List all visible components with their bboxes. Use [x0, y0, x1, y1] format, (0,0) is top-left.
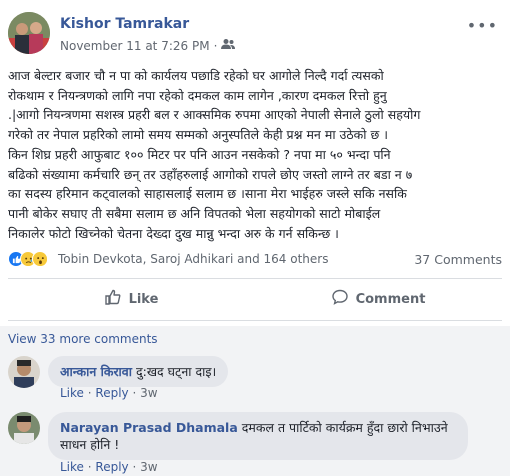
comment-button[interactable]: Comment [255, 289, 502, 309]
like-label: Like [128, 291, 159, 307]
commenter-avatar[interactable] [8, 412, 40, 444]
comment-text: दु:खद घट्ना दाइ। [135, 364, 217, 379]
dot-separator: · [132, 460, 141, 474]
post-timestamp[interactable]: November 11 at 7:26 PM [60, 39, 210, 53]
post-body-line: .|आगो नियन्त्रणमा सशस्त्र प्रहरी बल र आक… [8, 107, 421, 123]
wow-reaction-icon [32, 251, 48, 267]
commenter-name[interactable]: Narayan Prasad Dhamala [60, 420, 238, 435]
author-name[interactable]: Kishor Tamrakar [60, 16, 189, 32]
comment-item: आन्कान किरावा दु:खद घट्ना दाइ। Like · Rep… [8, 356, 502, 402]
divider [8, 320, 502, 321]
author-avatar[interactable] [8, 12, 50, 54]
comment-actions: Like · Reply · 3w [60, 386, 158, 400]
friends-icon[interactable] [221, 38, 236, 53]
dot-separator: · [132, 386, 141, 400]
comment-like-button[interactable]: Like [60, 460, 84, 474]
comment-actions: Like · Reply · 3w [60, 460, 158, 474]
reactors-text[interactable]: Tobin Devkota, Saroj Adhikari and 164 ot… [58, 252, 328, 266]
speech-bubble-icon [331, 289, 348, 309]
post-body: आज बेल्टार बजार चौ न पा को कार्यलय पछाडि… [8, 66, 502, 243]
like-button[interactable]: Like [8, 289, 255, 309]
reactions-row: Tobin Devkota, Saroj Adhikari and 164 ot… [8, 249, 502, 269]
dot-separator: · [213, 38, 218, 53]
comment-bubble: Narayan Prasad Dhamala दमकल त पार्टिको का… [48, 412, 468, 460]
post-meta: November 11 at 7:26 PM · [60, 38, 236, 53]
comment-item: Narayan Prasad Dhamala दमकल त पार्टिको का… [8, 412, 502, 474]
post-body-line: बढिको संख्यामा कर्मचारि छन् तर उहाँहरुला… [8, 166, 413, 182]
comment-text: साधन होनि ! [60, 437, 120, 452]
post-body-line: गरेको तर नेपाल प्रहरिको लामो समय सम्मको … [8, 127, 388, 143]
post-header: Kishor Tamrakar November 11 at 7:26 PM ·… [8, 8, 502, 56]
post-card: Kishor Tamrakar November 11 at 7:26 PM ·… [0, 0, 510, 476]
thumbs-up-icon [104, 289, 121, 309]
comment-time[interactable]: 3w [140, 460, 157, 474]
commenter-avatar[interactable] [8, 356, 40, 388]
post-actions: Like Comment [8, 282, 502, 316]
comment-like-button[interactable]: Like [60, 386, 84, 400]
comment-reply-button[interactable]: Reply [95, 460, 128, 474]
comment-label: Comment [355, 291, 426, 307]
post-body-line: किन शिघ्र प्रहरी आफुबाट १०० मिटर पर पनि … [8, 146, 391, 162]
divider [8, 278, 502, 279]
post-body-line: आज बेल्टार बजार चौ न पा को कार्यलय पछाडि… [8, 68, 384, 83]
post-body-line: निकालेर फोटो खिच्नेको चेतना देख्दा दुख म… [8, 225, 339, 241]
comments-count[interactable]: 37 Comments [414, 252, 502, 267]
post-body-line: का सदस्य हरिमान कट्वालको साहासलाई सलाम छ… [8, 186, 407, 202]
more-horizontal-icon[interactable]: ••• [467, 16, 498, 35]
commenter-name[interactable]: आन्कान किरावा [60, 364, 132, 379]
comment-bubble: आन्कान किरावा दु:खद घट्ना दाइ। [48, 356, 229, 387]
view-more-comments-link[interactable]: View 33 more comments [8, 332, 158, 346]
comment-text: दमकल त पार्टिको कार्यक्रम हुँदा छारो निभ… [241, 420, 448, 435]
comment-reply-button[interactable]: Reply [95, 386, 128, 400]
comment-time[interactable]: 3w [140, 386, 157, 400]
post-body-line: पानी बोकेर सघाए ती सबैमा सलाम छ अनि विपत… [8, 205, 381, 221]
post-body-line: रोकथाम र नियन्त्रणको लागि नपा रहेको दमकल… [8, 87, 387, 103]
reaction-icons[interactable] [8, 251, 48, 267]
